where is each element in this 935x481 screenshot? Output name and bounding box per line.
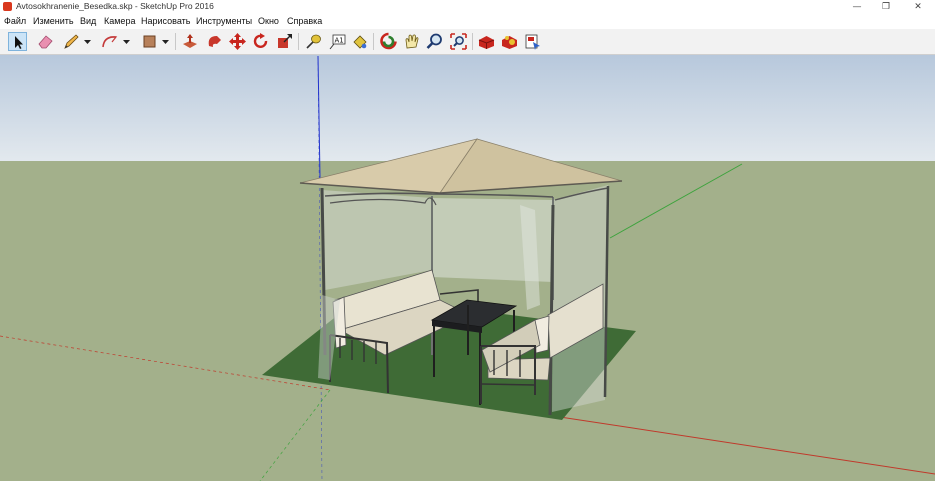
menu-edit[interactable]: Изменить [33, 16, 74, 26]
select-tool-icon[interactable] [8, 32, 27, 51]
scale-tool-icon[interactable] [275, 32, 294, 51]
menu-view[interactable]: Вид [80, 16, 96, 26]
toolbar: A1 [0, 29, 935, 55]
svg-text:A1: A1 [335, 37, 344, 45]
extension-warehouse-icon[interactable] [500, 32, 519, 51]
3d-warehouse-icon[interactable] [477, 32, 496, 51]
title-bar: Avtosokhranenie_Besedka.skp - SketchUp P… [0, 0, 935, 14]
menu-draw[interactable]: Нарисовать [141, 16, 190, 26]
minimize-button[interactable]: — [843, 0, 871, 14]
menu-file[interactable]: Файл [4, 16, 26, 26]
tape-measure-tool-icon[interactable] [304, 32, 323, 51]
follow-me-tool-icon[interactable] [205, 32, 224, 51]
text-tool-icon[interactable]: A1 [328, 32, 347, 51]
eraser-tool-icon[interactable] [36, 32, 55, 51]
menu-tools[interactable]: Инструменты [196, 16, 252, 26]
rectangle-tool-icon[interactable] [140, 32, 159, 51]
arc-tool-icon[interactable] [100, 32, 119, 51]
toolbar-separator [373, 33, 374, 50]
paint-bucket-tool-icon[interactable] [350, 32, 369, 51]
orbit-tool-icon[interactable] [379, 32, 398, 51]
restore-button[interactable]: ❐ [872, 0, 900, 14]
toolbar-separator [298, 33, 299, 50]
menu-help[interactable]: Справка [287, 16, 322, 26]
right-sofa-lower-rail [481, 383, 536, 386]
push-pull-tool-icon[interactable] [181, 32, 200, 51]
menu-bar: Файл Изменить Вид Камера Нарисовать Инст… [0, 14, 935, 29]
toolbar-separator [472, 33, 473, 50]
pencil-dropdown-icon[interactable] [83, 32, 92, 51]
sketchup-logo-icon [3, 2, 12, 11]
toolbar-separator [175, 33, 176, 50]
model-viewport[interactable] [0, 55, 935, 481]
menu-window[interactable]: Окно [258, 16, 279, 26]
move-tool-icon[interactable] [228, 32, 247, 51]
arc-dropdown-icon[interactable] [122, 32, 131, 51]
pencil-tool-icon[interactable] [62, 32, 81, 51]
close-button[interactable]: ✕ [904, 0, 932, 14]
pan-tool-icon[interactable] [402, 32, 421, 51]
menu-camera[interactable]: Камера [104, 16, 135, 26]
rectangle-dropdown-icon[interactable] [161, 32, 170, 51]
window-title: Avtosokhranenie_Besedka.skp - SketchUp P… [16, 1, 214, 11]
rotate-tool-icon[interactable] [251, 32, 270, 51]
zoom-extents-tool-icon[interactable] [449, 32, 468, 51]
zoom-tool-icon[interactable] [425, 32, 444, 51]
layout-icon[interactable] [523, 32, 542, 51]
